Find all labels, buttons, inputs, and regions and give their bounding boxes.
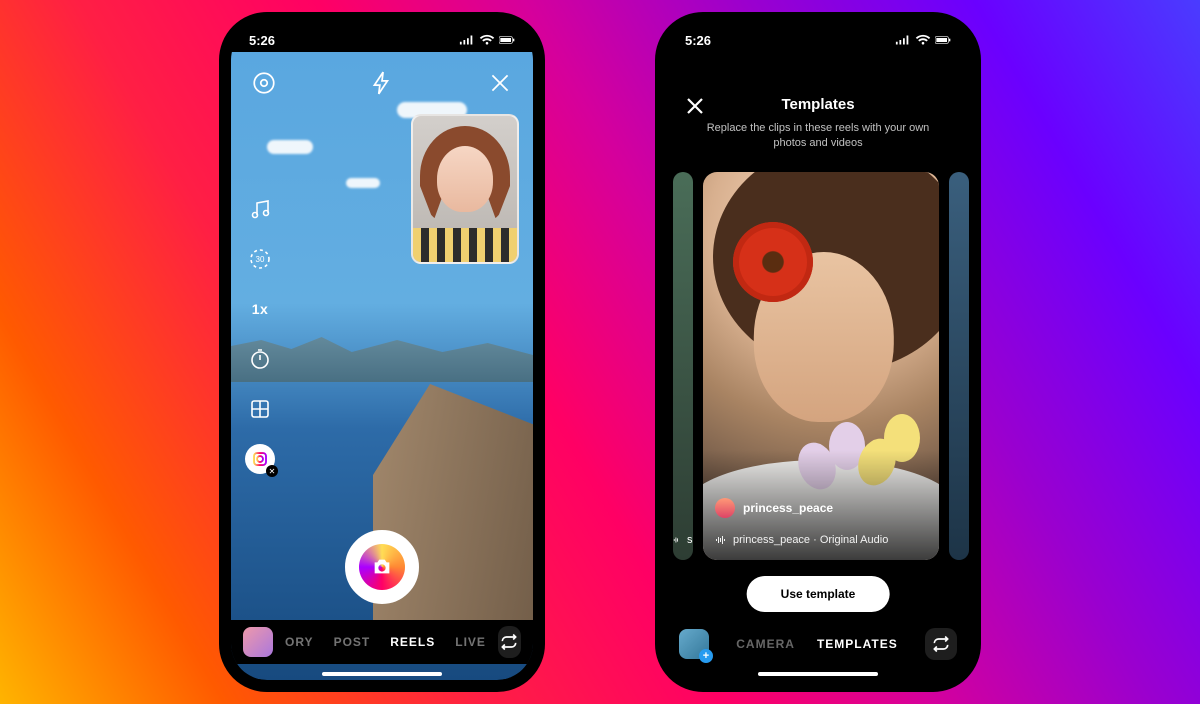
page-title: Templates: [667, 96, 969, 113]
battery-icon: [935, 34, 951, 46]
template-carousel[interactable]: princess_peace princess_peace · Original…: [667, 172, 969, 560]
flash-icon[interactable]: [367, 68, 397, 98]
effects-icon[interactable]: ✕: [245, 444, 275, 474]
audio-bars-icon: [715, 534, 727, 546]
home-indicator: [322, 672, 442, 676]
templates-screen: Templates Replace the clips in these ree…: [667, 52, 969, 680]
layout-icon[interactable]: [245, 394, 275, 424]
wifi-icon: [479, 34, 495, 46]
duration-icon[interactable]: 30: [245, 244, 275, 274]
template-card[interactable]: princess_peace princess_peace · Original…: [703, 172, 939, 560]
mode-bar: CAMERA TEMPLATES: [667, 622, 969, 666]
battery-icon: [499, 34, 515, 46]
phone-templates: 5:26 Templates Replace the clips in thes…: [655, 12, 981, 692]
close-icon[interactable]: [485, 68, 515, 98]
page-subtitle: Replace the clips in these reels with yo…: [703, 121, 933, 151]
status-time: 5:26: [249, 33, 275, 48]
status-icons: [895, 34, 951, 46]
cellular-icon: [895, 34, 911, 46]
gallery-add-button[interactable]: [679, 629, 709, 659]
speed-button[interactable]: 1x: [245, 294, 275, 324]
template-username: princess_peace: [743, 501, 833, 515]
record-button-inner: [359, 544, 405, 590]
notch: [307, 24, 457, 50]
flip-camera-button[interactable]: [498, 626, 521, 658]
front-camera-preview[interactable]: [411, 114, 519, 264]
side-tools: 30 1x ✕: [245, 194, 275, 474]
template-author[interactable]: princess_peace: [715, 498, 833, 518]
avatar: [715, 498, 735, 518]
mode-selector[interactable]: ORY POST REELS LIVE: [285, 635, 486, 649]
wifi-icon: [915, 34, 931, 46]
gallery-button[interactable]: [243, 627, 273, 657]
settings-icon[interactable]: [249, 68, 279, 98]
template-audio-label: princess_peace · Original Audio: [733, 534, 888, 546]
mode-camera[interactable]: CAMERA: [736, 637, 795, 651]
record-button[interactable]: [345, 530, 419, 604]
template-card-peek-right[interactable]: s: [949, 172, 969, 560]
templates-header: Templates Replace the clips in these ree…: [667, 96, 969, 151]
mode-templates[interactable]: TEMPLATES: [817, 637, 898, 651]
mode-bar: ORY POST REELS LIVE: [231, 620, 533, 664]
mode-reels[interactable]: REELS: [390, 635, 435, 649]
mode-post[interactable]: POST: [334, 635, 371, 649]
status-icons: [459, 34, 515, 46]
phone-reels-camera: 5:26 30 1x: [219, 12, 545, 692]
status-time: 5:26: [685, 33, 711, 48]
mode-story[interactable]: ORY: [285, 635, 314, 649]
template-card-peek-left[interactable]: [673, 172, 693, 560]
use-template-button[interactable]: Use template: [747, 576, 890, 612]
effects-remove-icon[interactable]: ✕: [266, 465, 278, 477]
cellular-icon: [459, 34, 475, 46]
timer-icon[interactable]: [245, 344, 275, 374]
top-controls: [231, 68, 533, 98]
audio-icon[interactable]: [245, 194, 275, 224]
svg-text:30: 30: [256, 255, 265, 264]
template-audio[interactable]: princess_peace · Original Audio: [715, 534, 927, 546]
mode-selector[interactable]: CAMERA TEMPLATES: [721, 637, 913, 651]
flip-camera-button[interactable]: [925, 628, 957, 660]
notch: [743, 24, 893, 50]
mode-live[interactable]: LIVE: [455, 635, 486, 649]
home-indicator: [758, 672, 878, 676]
